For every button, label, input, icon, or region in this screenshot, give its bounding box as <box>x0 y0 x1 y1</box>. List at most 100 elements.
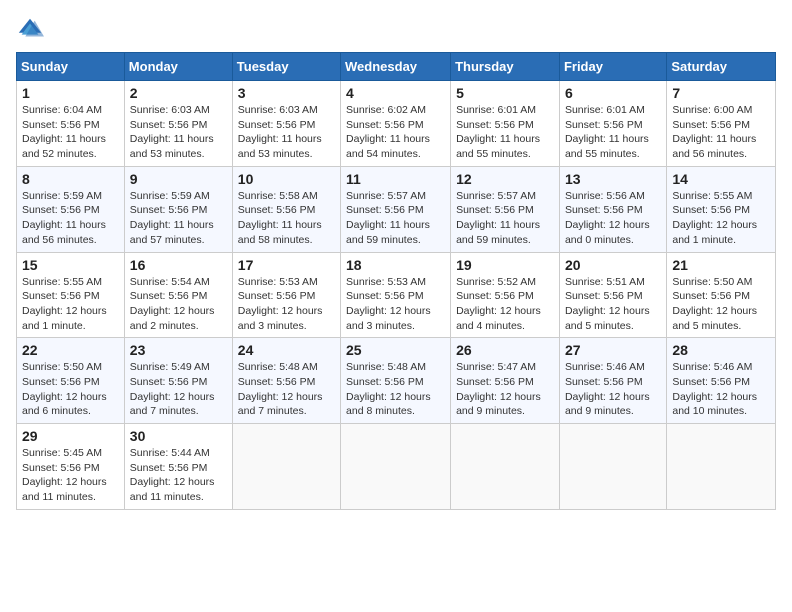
day-number: 28 <box>672 342 770 358</box>
calendar-cell: 24 Sunrise: 5:48 AM Sunset: 5:56 PM Dayl… <box>232 338 340 424</box>
weekday-monday: Monday <box>124 53 232 81</box>
day-number: 12 <box>456 171 554 187</box>
page-header <box>16 16 776 44</box>
calendar-cell: 22 Sunrise: 5:50 AM Sunset: 5:56 PM Dayl… <box>17 338 125 424</box>
day-number: 14 <box>672 171 770 187</box>
calendar-cell: 3 Sunrise: 6:03 AM Sunset: 5:56 PM Dayli… <box>232 81 340 167</box>
calendar-cell: 13 Sunrise: 5:56 AM Sunset: 5:56 PM Dayl… <box>559 166 666 252</box>
week-row-5: 29 Sunrise: 5:45 AM Sunset: 5:56 PM Dayl… <box>17 424 776 510</box>
calendar-cell: 12 Sunrise: 5:57 AM Sunset: 5:56 PM Dayl… <box>451 166 560 252</box>
calendar-cell: 19 Sunrise: 5:52 AM Sunset: 5:56 PM Dayl… <box>451 252 560 338</box>
day-info: Sunrise: 5:59 AM Sunset: 5:56 PM Dayligh… <box>22 189 119 248</box>
day-number: 11 <box>346 171 445 187</box>
day-info: Sunrise: 5:49 AM Sunset: 5:56 PM Dayligh… <box>130 360 227 419</box>
day-number: 26 <box>456 342 554 358</box>
day-info: Sunrise: 5:55 AM Sunset: 5:56 PM Dayligh… <box>672 189 770 248</box>
day-number: 5 <box>456 85 554 101</box>
day-number: 25 <box>346 342 445 358</box>
calendar-cell: 5 Sunrise: 6:01 AM Sunset: 5:56 PM Dayli… <box>451 81 560 167</box>
day-info: Sunrise: 5:46 AM Sunset: 5:56 PM Dayligh… <box>565 360 661 419</box>
day-number: 6 <box>565 85 661 101</box>
calendar-cell: 29 Sunrise: 5:45 AM Sunset: 5:56 PM Dayl… <box>17 424 125 510</box>
calendar-cell: 15 Sunrise: 5:55 AM Sunset: 5:56 PM Dayl… <box>17 252 125 338</box>
day-number: 18 <box>346 257 445 273</box>
calendar-cell: 7 Sunrise: 6:00 AM Sunset: 5:56 PM Dayli… <box>667 81 776 167</box>
calendar-cell: 1 Sunrise: 6:04 AM Sunset: 5:56 PM Dayli… <box>17 81 125 167</box>
week-row-4: 22 Sunrise: 5:50 AM Sunset: 5:56 PM Dayl… <box>17 338 776 424</box>
day-number: 17 <box>238 257 335 273</box>
calendar-cell: 25 Sunrise: 5:48 AM Sunset: 5:56 PM Dayl… <box>341 338 451 424</box>
calendar-cell: 30 Sunrise: 5:44 AM Sunset: 5:56 PM Dayl… <box>124 424 232 510</box>
day-info: Sunrise: 5:51 AM Sunset: 5:56 PM Dayligh… <box>565 275 661 334</box>
day-info: Sunrise: 5:48 AM Sunset: 5:56 PM Dayligh… <box>238 360 335 419</box>
weekday-tuesday: Tuesday <box>232 53 340 81</box>
day-info: Sunrise: 6:04 AM Sunset: 5:56 PM Dayligh… <box>22 103 119 162</box>
day-number: 9 <box>130 171 227 187</box>
day-info: Sunrise: 6:02 AM Sunset: 5:56 PM Dayligh… <box>346 103 445 162</box>
weekday-header-row: SundayMondayTuesdayWednesdayThursdayFrid… <box>17 53 776 81</box>
day-info: Sunrise: 5:54 AM Sunset: 5:56 PM Dayligh… <box>130 275 227 334</box>
calendar-cell: 10 Sunrise: 5:58 AM Sunset: 5:56 PM Dayl… <box>232 166 340 252</box>
day-number: 2 <box>130 85 227 101</box>
day-number: 21 <box>672 257 770 273</box>
week-row-1: 1 Sunrise: 6:04 AM Sunset: 5:56 PM Dayli… <box>17 81 776 167</box>
calendar-cell: 21 Sunrise: 5:50 AM Sunset: 5:56 PM Dayl… <box>667 252 776 338</box>
day-number: 24 <box>238 342 335 358</box>
calendar-cell: 23 Sunrise: 5:49 AM Sunset: 5:56 PM Dayl… <box>124 338 232 424</box>
day-number: 29 <box>22 428 119 444</box>
weekday-sunday: Sunday <box>17 53 125 81</box>
calendar-cell: 20 Sunrise: 5:51 AM Sunset: 5:56 PM Dayl… <box>559 252 666 338</box>
day-info: Sunrise: 5:53 AM Sunset: 5:56 PM Dayligh… <box>238 275 335 334</box>
day-info: Sunrise: 5:53 AM Sunset: 5:56 PM Dayligh… <box>346 275 445 334</box>
day-info: Sunrise: 5:58 AM Sunset: 5:56 PM Dayligh… <box>238 189 335 248</box>
calendar-cell: 16 Sunrise: 5:54 AM Sunset: 5:56 PM Dayl… <box>124 252 232 338</box>
weekday-friday: Friday <box>559 53 666 81</box>
day-number: 23 <box>130 342 227 358</box>
calendar-cell: 28 Sunrise: 5:46 AM Sunset: 5:56 PM Dayl… <box>667 338 776 424</box>
weekday-saturday: Saturday <box>667 53 776 81</box>
calendar-table: SundayMondayTuesdayWednesdayThursdayFrid… <box>16 52 776 510</box>
day-info: Sunrise: 5:57 AM Sunset: 5:56 PM Dayligh… <box>456 189 554 248</box>
calendar-cell: 6 Sunrise: 6:01 AM Sunset: 5:56 PM Dayli… <box>559 81 666 167</box>
day-number: 3 <box>238 85 335 101</box>
day-info: Sunrise: 5:57 AM Sunset: 5:56 PM Dayligh… <box>346 189 445 248</box>
calendar-cell <box>451 424 560 510</box>
calendar-cell: 8 Sunrise: 5:59 AM Sunset: 5:56 PM Dayli… <box>17 166 125 252</box>
day-info: Sunrise: 6:01 AM Sunset: 5:56 PM Dayligh… <box>456 103 554 162</box>
calendar-cell: 4 Sunrise: 6:02 AM Sunset: 5:56 PM Dayli… <box>341 81 451 167</box>
weekday-thursday: Thursday <box>451 53 560 81</box>
day-number: 27 <box>565 342 661 358</box>
day-info: Sunrise: 5:50 AM Sunset: 5:56 PM Dayligh… <box>672 275 770 334</box>
calendar-cell: 2 Sunrise: 6:03 AM Sunset: 5:56 PM Dayli… <box>124 81 232 167</box>
calendar-body: 1 Sunrise: 6:04 AM Sunset: 5:56 PM Dayli… <box>17 81 776 510</box>
calendar-cell: 17 Sunrise: 5:53 AM Sunset: 5:56 PM Dayl… <box>232 252 340 338</box>
calendar-cell <box>341 424 451 510</box>
day-info: Sunrise: 5:59 AM Sunset: 5:56 PM Dayligh… <box>130 189 227 248</box>
day-number: 15 <box>22 257 119 273</box>
logo <box>16 16 48 44</box>
day-info: Sunrise: 5:48 AM Sunset: 5:56 PM Dayligh… <box>346 360 445 419</box>
calendar-cell: 9 Sunrise: 5:59 AM Sunset: 5:56 PM Dayli… <box>124 166 232 252</box>
calendar-cell: 11 Sunrise: 5:57 AM Sunset: 5:56 PM Dayl… <box>341 166 451 252</box>
logo-icon <box>16 16 44 44</box>
day-number: 20 <box>565 257 661 273</box>
day-number: 8 <box>22 171 119 187</box>
day-number: 1 <box>22 85 119 101</box>
day-info: Sunrise: 6:03 AM Sunset: 5:56 PM Dayligh… <box>238 103 335 162</box>
day-number: 30 <box>130 428 227 444</box>
day-number: 7 <box>672 85 770 101</box>
day-number: 22 <box>22 342 119 358</box>
calendar-cell: 26 Sunrise: 5:47 AM Sunset: 5:56 PM Dayl… <box>451 338 560 424</box>
day-info: Sunrise: 6:03 AM Sunset: 5:56 PM Dayligh… <box>130 103 227 162</box>
day-number: 13 <box>565 171 661 187</box>
day-number: 4 <box>346 85 445 101</box>
calendar-cell: 14 Sunrise: 5:55 AM Sunset: 5:56 PM Dayl… <box>667 166 776 252</box>
day-info: Sunrise: 5:45 AM Sunset: 5:56 PM Dayligh… <box>22 446 119 505</box>
day-number: 19 <box>456 257 554 273</box>
day-info: Sunrise: 6:00 AM Sunset: 5:56 PM Dayligh… <box>672 103 770 162</box>
week-row-3: 15 Sunrise: 5:55 AM Sunset: 5:56 PM Dayl… <box>17 252 776 338</box>
calendar-cell <box>232 424 340 510</box>
day-info: Sunrise: 6:01 AM Sunset: 5:56 PM Dayligh… <box>565 103 661 162</box>
day-info: Sunrise: 5:56 AM Sunset: 5:56 PM Dayligh… <box>565 189 661 248</box>
calendar-cell: 27 Sunrise: 5:46 AM Sunset: 5:56 PM Dayl… <box>559 338 666 424</box>
